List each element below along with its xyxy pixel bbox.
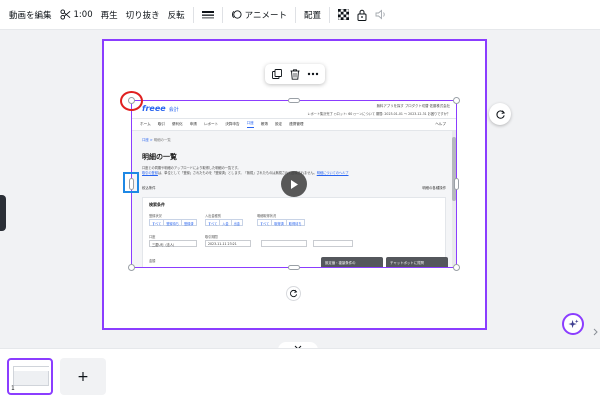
border-style-button[interactable] — [198, 4, 218, 26]
crop-label: 切り抜き — [125, 10, 160, 21]
duplicate-button[interactable] — [269, 66, 285, 82]
page-thumbnail-header — [14, 367, 50, 371]
resize-handle-bottom-left[interactable] — [128, 264, 135, 271]
border-lines-icon — [201, 10, 214, 18]
scissors-icon — [59, 9, 70, 20]
arrange-label: 配置 — [304, 10, 322, 21]
flip-button[interactable]: 反転 — [164, 4, 189, 26]
duration-label: 1:00 — [73, 9, 93, 20]
split-duration-button[interactable]: 1:00 — [56, 4, 97, 26]
resize-handle-right[interactable] — [454, 178, 459, 190]
animate-label: アニメート — [244, 10, 287, 21]
refresh-comment-icon — [495, 109, 505, 119]
page-thumbnails-strip: 1 + — [0, 348, 600, 402]
more-dots-icon — [307, 72, 319, 76]
edit-video-button[interactable]: 動画を編集 — [5, 4, 56, 26]
volume-button[interactable] — [371, 4, 391, 26]
duplicate-icon — [272, 69, 282, 79]
resize-handle-top-right[interactable] — [453, 97, 460, 104]
toolbar-divider — [329, 6, 331, 23]
blue-highlight-box — [123, 172, 139, 193]
animate-button[interactable]: アニメート — [227, 4, 291, 26]
more-options-button[interactable] — [305, 66, 321, 82]
red-highlight-circle — [120, 91, 143, 111]
element-context-toolbar — [265, 64, 325, 84]
play-button[interactable]: 再生 — [97, 4, 122, 26]
top-toolbar: 動画を編集 1:00 再生 切り抜き 反転 アニメート 配置 — [0, 0, 600, 30]
resize-handle-bottom[interactable] — [288, 265, 300, 270]
lock-icon — [357, 9, 367, 21]
resize-handle-top[interactable] — [288, 98, 300, 103]
transparency-checker-icon — [338, 9, 350, 20]
horizontal-scroll-arrow[interactable] — [593, 328, 599, 342]
toolbar-divider — [192, 6, 194, 23]
add-page-icon: + — [77, 368, 89, 385]
regenerate-button[interactable] — [489, 103, 511, 125]
lock-button[interactable] — [353, 4, 371, 26]
page-thumbnail[interactable]: 1 — [7, 358, 53, 395]
scroll-right-icon — [593, 328, 598, 336]
edit-video-label: 動画を編集 — [9, 10, 52, 21]
flip-label: 反転 — [167, 10, 185, 21]
rotate-button[interactable] — [286, 286, 301, 301]
side-panel-toggle[interactable] — [0, 195, 6, 231]
play-icon — [291, 179, 298, 189]
toolbar-divider — [221, 6, 223, 23]
arrange-button[interactable]: 配置 — [300, 4, 325, 26]
video-play-button[interactable] — [281, 171, 307, 197]
page-number: 1 — [11, 385, 15, 392]
trash-icon — [290, 68, 300, 80]
sparkle-icon — [567, 318, 579, 328]
page-thumbnail-preview — [13, 366, 50, 386]
magic-assistant-button[interactable] — [562, 313, 584, 335]
crop-button[interactable]: 切り抜き — [122, 4, 164, 26]
resize-handle-bottom-right[interactable] — [453, 264, 460, 271]
toolbar-divider — [295, 6, 296, 23]
speaker-icon — [375, 9, 385, 20]
animate-icon — [231, 10, 242, 19]
play-label: 再生 — [100, 10, 118, 21]
delete-button[interactable] — [287, 66, 303, 82]
rotate-icon — [290, 289, 298, 298]
add-page-button[interactable]: + — [60, 358, 106, 395]
transparency-button[interactable] — [334, 4, 353, 26]
